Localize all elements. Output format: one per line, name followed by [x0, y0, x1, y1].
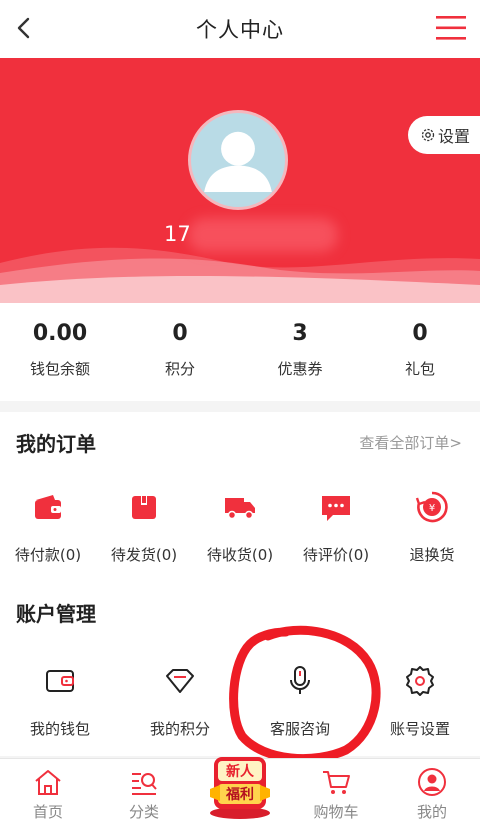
user-icon — [418, 768, 446, 796]
stat-value: 0 — [412, 321, 428, 346]
new-user-promo-icon: 新人 福利 — [210, 757, 270, 819]
view-all-orders-link[interactable]: 查看全部订单> — [359, 432, 462, 453]
settings-label: 设置 — [438, 127, 471, 146]
order-pending-payment[interactable]: 待付款(0) — [0, 490, 96, 565]
my-wallet-item[interactable]: 我的钱包 — [0, 664, 120, 739]
order-pending-review[interactable]: 待评价(0) — [288, 490, 384, 565]
order-status-label: 待收货(0) — [206, 546, 274, 564]
tab-label: 首页 — [32, 803, 63, 821]
stat-gift-packs[interactable]: 0 礼包 — [360, 303, 480, 401]
stat-wallet-balance[interactable]: 0.00 钱包余额 — [0, 303, 120, 401]
user-silhouette-icon — [204, 131, 272, 192]
username: 17 — [164, 222, 191, 246]
account-title: 账户管理 — [16, 602, 96, 626]
customer-service-item[interactable]: 客服咨询 — [240, 664, 360, 739]
account-actions-row: 我的钱包 我的积分 客服咨询 账号设置 — [0, 664, 480, 739]
stat-label: 积分 — [164, 360, 195, 378]
gear-icon — [421, 128, 435, 142]
settings-button[interactable]: 设置 — [408, 116, 480, 154]
order-pending-receipt[interactable]: 待收货(0) — [192, 490, 288, 565]
chevron-left-icon[interactable] — [10, 13, 40, 43]
stats-bar: 0.00 钱包余额 0 积分 3 优惠券 0 礼包 — [0, 303, 480, 401]
comment-icon — [322, 496, 350, 521]
tab-category[interactable]: 分类 — [96, 759, 192, 826]
order-status-label: 待付款(0) — [14, 546, 82, 564]
stat-value: 0.00 — [32, 321, 88, 346]
tab-home[interactable]: 首页 — [0, 759, 96, 826]
cart-icon — [323, 771, 350, 794]
wallet-icon — [35, 495, 61, 519]
top-nav-bar: 个人中心 — [0, 0, 480, 58]
order-status-row: 待付款(0) 待发货(0) 待收货(0) 待评价(0) ¥ 退换货 — [0, 490, 480, 565]
order-status-label: 待发货(0) — [110, 546, 178, 564]
stat-label: 礼包 — [404, 360, 435, 378]
truck-icon — [225, 498, 255, 520]
avatar[interactable] — [188, 110, 288, 210]
wallet-outline-icon — [46, 670, 74, 692]
tab-cart[interactable]: 购物车 — [288, 759, 384, 826]
category-search-icon — [132, 773, 157, 795]
order-status-label: 退换货 — [409, 546, 455, 564]
order-pending-shipment[interactable]: 待发货(0) — [96, 490, 192, 565]
stat-points[interactable]: 0 积分 — [120, 303, 240, 401]
stat-label: 钱包余额 — [29, 360, 90, 378]
account-item-label: 客服咨询 — [269, 720, 330, 738]
orders-title: 我的订单 — [16, 432, 96, 456]
microphone-icon — [290, 666, 310, 694]
account-item-label: 我的积分 — [149, 720, 210, 738]
refund-icon: ¥ — [415, 491, 448, 523]
svg-text:¥: ¥ — [429, 503, 435, 514]
stat-label: 优惠券 — [277, 360, 323, 378]
tab-label: 我的 — [416, 803, 447, 821]
bottom-tab-bar: 首页 分类 新人 福利 购物车 我的 — [0, 757, 480, 826]
page-title: 个人中心 — [196, 18, 284, 42]
tab-label: 购物车 — [313, 803, 359, 821]
tab-new-user-promo[interactable]: 新人 福利 — [192, 757, 288, 826]
stat-coupons[interactable]: 3 优惠券 — [240, 303, 360, 401]
gear-icon — [406, 666, 434, 696]
username-redaction — [188, 218, 338, 252]
hamburger-menu-icon[interactable] — [436, 15, 466, 41]
account-settings-item[interactable]: 账号设置 — [360, 664, 480, 739]
package-icon — [132, 496, 156, 519]
stat-value: 3 — [292, 321, 308, 346]
account-item-label: 我的钱包 — [29, 720, 90, 738]
order-status-label: 待评价(0) — [302, 546, 370, 564]
my-points-item[interactable]: 我的积分 — [120, 664, 240, 739]
account-item-label: 账号设置 — [389, 720, 450, 738]
order-returns[interactable]: ¥ 退换货 — [384, 490, 480, 565]
stat-value: 0 — [172, 321, 188, 346]
promo-bottom-text: 福利 — [225, 786, 254, 803]
profile-header: 17 设置 — [0, 58, 480, 303]
tab-label: 分类 — [128, 803, 159, 821]
orders-section: 我的订单 查看全部订单> 待付款(0) 待发货(0) 待收货(0) 待评价(0)… — [0, 412, 480, 582]
diamond-icon — [166, 669, 194, 693]
promo-top-text: 新人 — [226, 763, 255, 780]
account-section: 账户管理 我的钱包 我的积分 客服咨询 账号设置 — [0, 582, 480, 756]
home-icon — [35, 770, 61, 795]
tab-mine[interactable]: 我的 — [384, 759, 480, 826]
